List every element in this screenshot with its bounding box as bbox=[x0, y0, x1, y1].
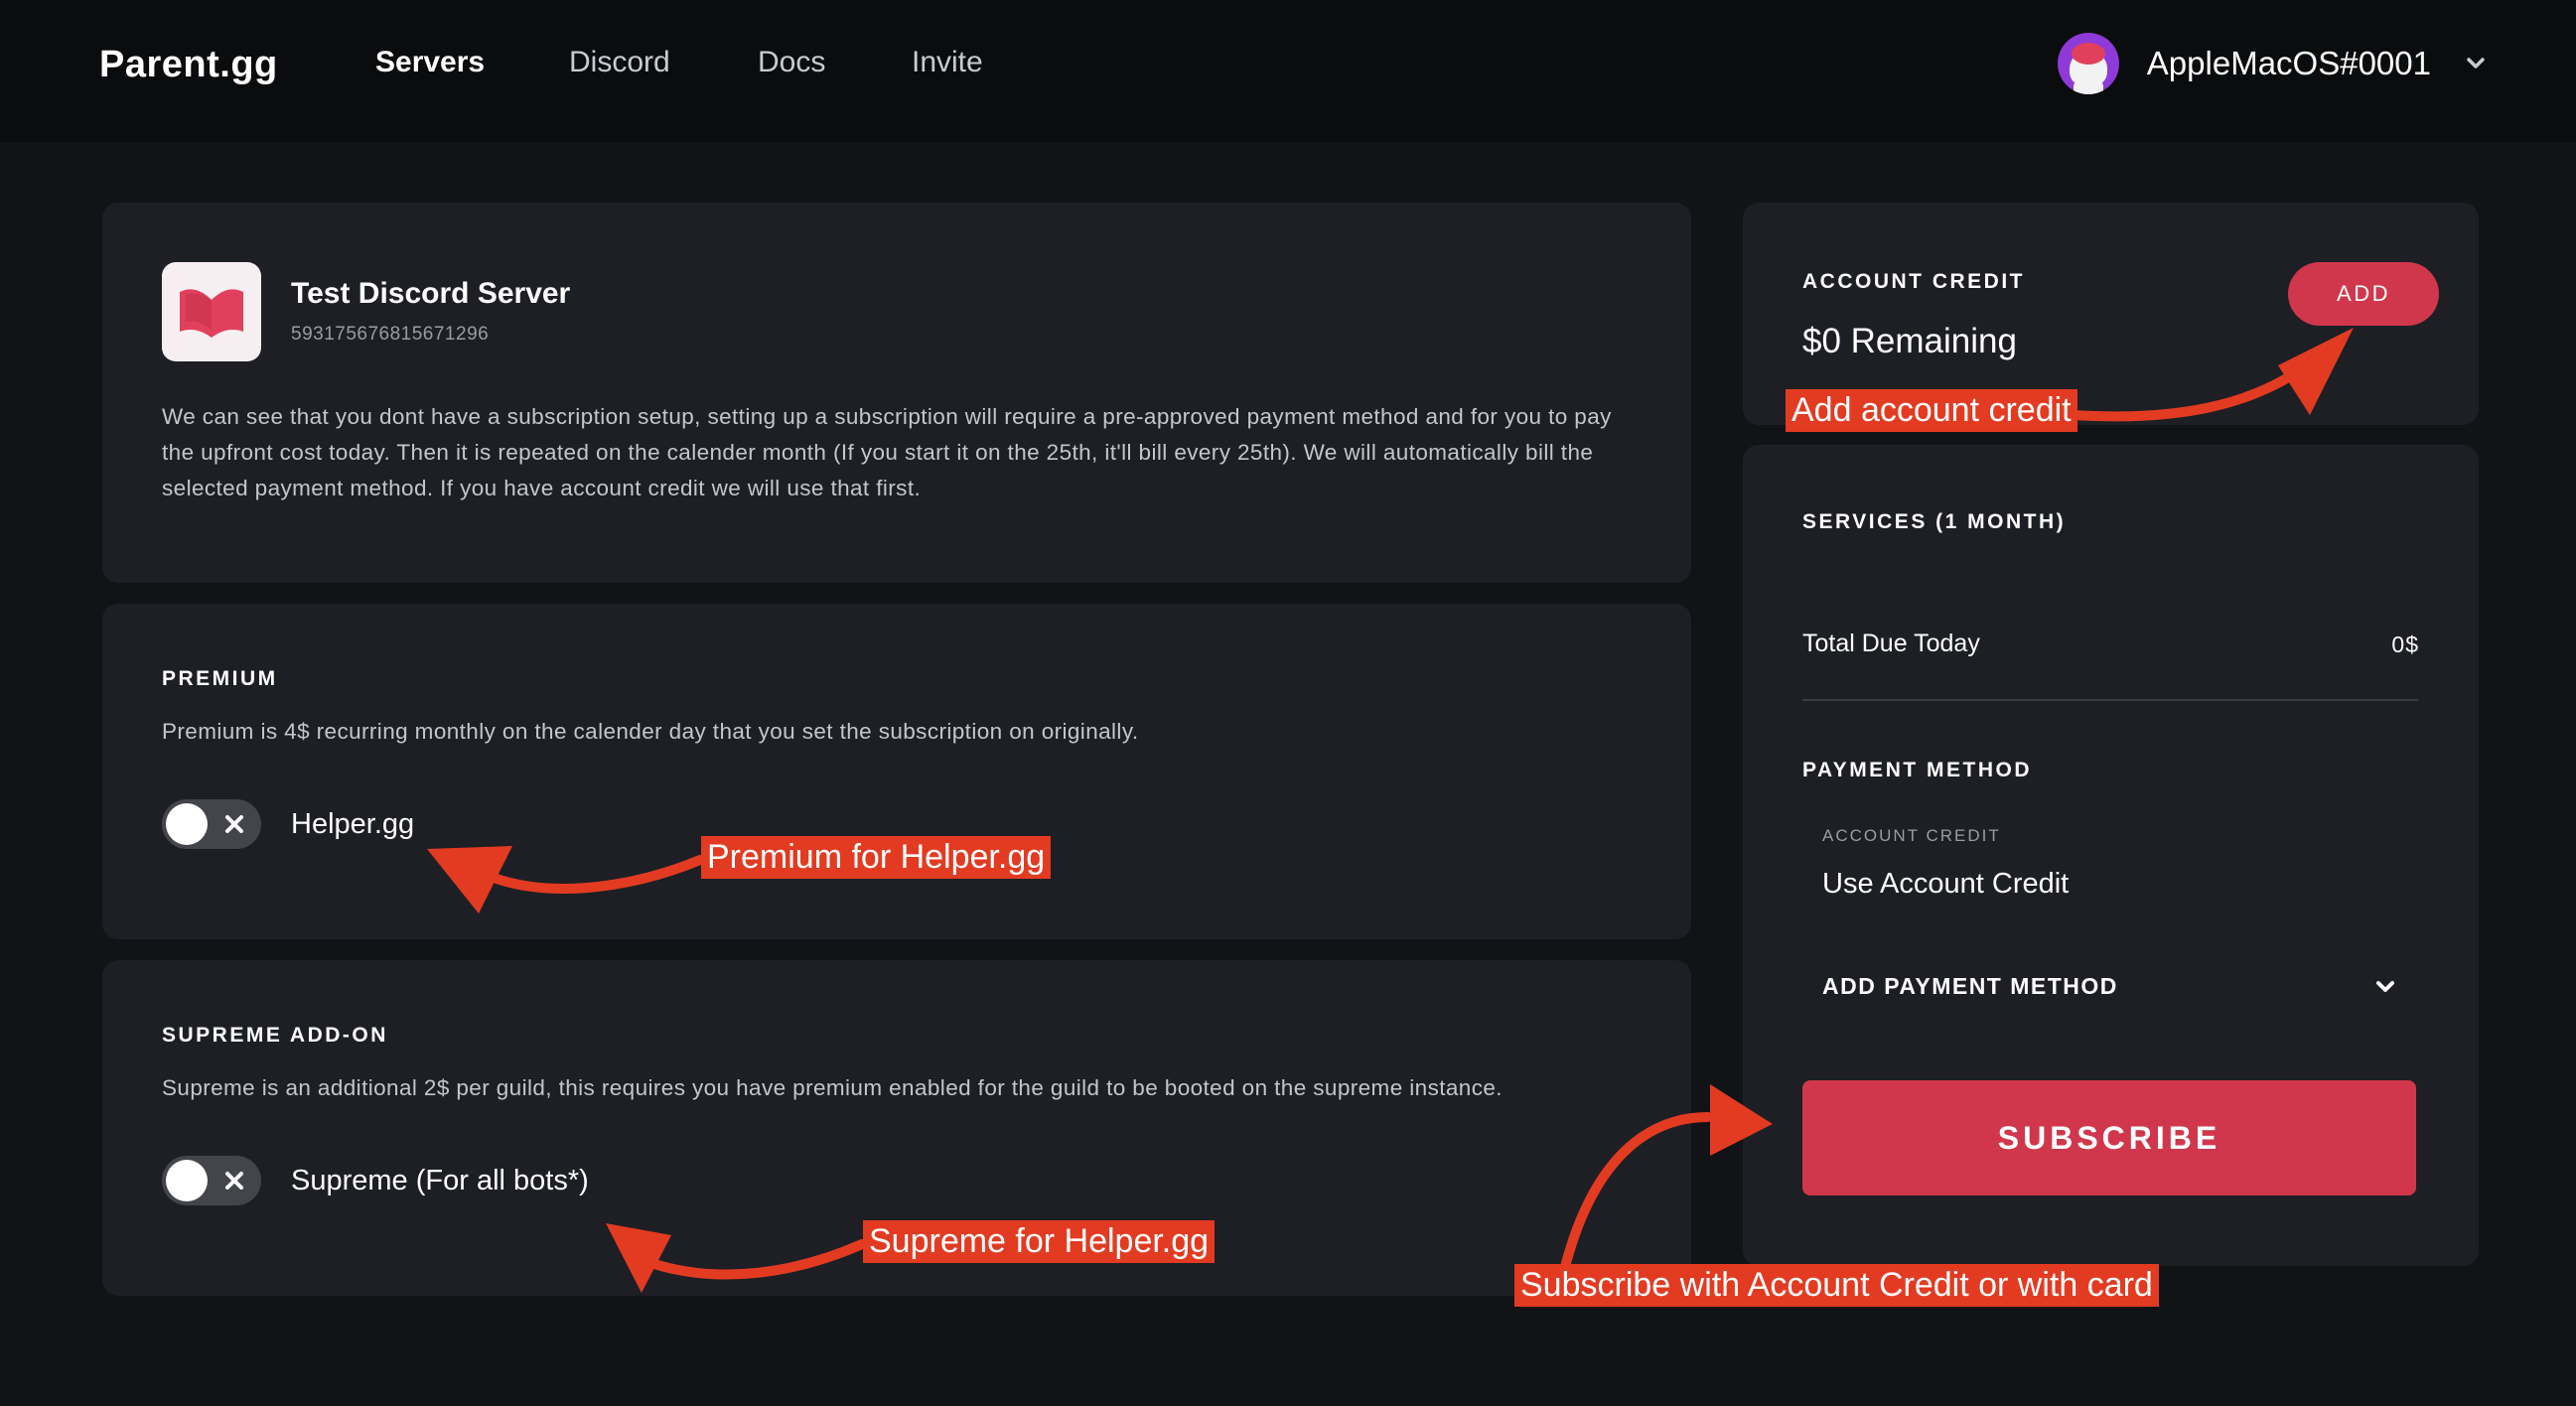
close-icon bbox=[225, 1172, 243, 1190]
server-description: We can see that you dont have a subscrip… bbox=[162, 404, 1612, 500]
premium-description: Premium is 4$ recurring monthly on the c… bbox=[162, 719, 1139, 744]
supreme-toggle-label: Supreme (For all bots*) bbox=[291, 1165, 589, 1196]
account-credit-label: ACCOUNT CREDIT bbox=[1802, 270, 2025, 293]
supreme-toggle[interactable] bbox=[162, 1156, 261, 1205]
annotation-subscribe: Subscribe with Account Credit or with ca… bbox=[1514, 1264, 2159, 1307]
server-name: Test Discord Server bbox=[291, 277, 571, 310]
subscribe-button[interactable]: SUBSCRIBE bbox=[1802, 1080, 2416, 1195]
nav-discord[interactable]: Discord bbox=[569, 46, 670, 79]
supreme-label: SUPREME ADD-ON bbox=[162, 1024, 388, 1047]
total-due-label: Total Due Today bbox=[1802, 630, 1980, 657]
account-credit-value: $0 Remaining bbox=[1802, 322, 2017, 360]
nav-docs[interactable]: Docs bbox=[758, 46, 825, 79]
add-credit-button[interactable]: ADD bbox=[2288, 262, 2439, 326]
total-due-value: 0$ bbox=[2391, 632, 2419, 657]
premium-toggle-label: Helper.gg bbox=[291, 808, 415, 840]
use-account-credit-option[interactable]: Use Account Credit bbox=[1822, 868, 2069, 901]
divider bbox=[1802, 699, 2418, 701]
chevron-down-icon bbox=[2467, 58, 2485, 69]
nav-invite[interactable]: Invite bbox=[912, 46, 983, 79]
payment-option-group-label: ACCOUNT CREDIT bbox=[1822, 826, 2001, 845]
annotation-add-credit: Add account credit bbox=[1786, 389, 2077, 432]
chevron-down-icon bbox=[2376, 981, 2394, 992]
add-payment-method-dropdown[interactable]: ADD PAYMENT METHOD bbox=[1822, 961, 2398, 1011]
server-card: Test Discord Server 593175676815671296 W… bbox=[102, 203, 1691, 583]
username: AppleMacOS#0001 bbox=[2146, 45, 2431, 81]
server-logo-icon bbox=[162, 262, 261, 361]
server-id: 593175676815671296 bbox=[291, 324, 490, 345]
avatar bbox=[2057, 33, 2119, 94]
annotation-premium: Premium for Helper.gg bbox=[701, 836, 1052, 879]
premium-label: PREMIUM bbox=[162, 667, 278, 690]
premium-toggle[interactable] bbox=[162, 799, 261, 849]
nav-servers[interactable]: Servers bbox=[375, 46, 485, 79]
services-label: SERVICES (1 MONTH) bbox=[1802, 510, 2067, 533]
user-menu[interactable]: AppleMacOS#0001 bbox=[2057, 30, 2487, 97]
annotation-supreme: Supreme for Helper.gg bbox=[863, 1220, 1216, 1263]
services-card: SERVICES (1 MONTH) Total Due Today 0$ PA… bbox=[1743, 445, 2479, 1266]
premium-card: PREMIUM Premium is 4$ recurring monthly … bbox=[102, 604, 1691, 939]
brand-logo[interactable]: Parent.gg bbox=[99, 44, 278, 86]
add-payment-method-label: ADD PAYMENT METHOD bbox=[1822, 972, 2118, 999]
payment-method-label: PAYMENT METHOD bbox=[1802, 759, 2033, 781]
supreme-description: Supreme is an additional 2$ per guild, t… bbox=[162, 1075, 1503, 1100]
close-icon bbox=[225, 815, 243, 833]
top-navbar: Parent.gg Servers Discord Docs Invite Ap… bbox=[0, 0, 2576, 142]
